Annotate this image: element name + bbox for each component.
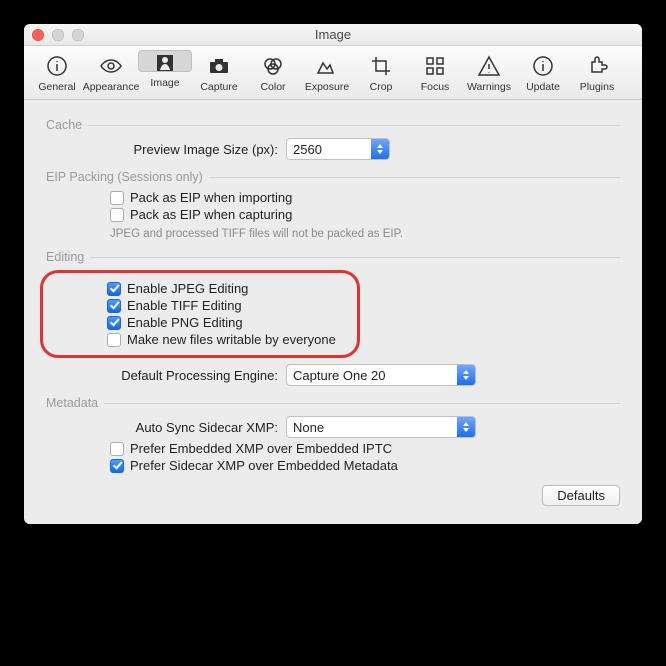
tab-capture[interactable]: Capture [192, 50, 246, 97]
defaults-button[interactable]: Defaults [542, 485, 620, 506]
tab-label: Update [526, 81, 560, 93]
content: Cache Preview Image Size (px): 2560 EIP … [24, 100, 642, 524]
divider [209, 177, 620, 178]
tab-plugins[interactable]: Plugins [570, 50, 624, 97]
select-value: None [293, 420, 324, 435]
tab-label: Crop [370, 81, 393, 93]
update-icon [531, 53, 555, 79]
window-title: Image [24, 27, 642, 42]
tab-label: Image [150, 77, 179, 89]
group-title: EIP Packing (Sessions only) [46, 170, 209, 184]
preferences-toolbar: General Appearance Image Capture Color E… [24, 46, 642, 100]
checkbox-prefer-embedded[interactable]: Prefer Embedded XMP over Embedded IPTC [46, 441, 620, 456]
tab-label: Appearance [83, 81, 140, 93]
tab-general[interactable]: General [30, 50, 84, 97]
checkbox-label: Enable TIFF Editing [127, 298, 242, 313]
button-label: Defaults [557, 488, 605, 503]
plugin-icon [585, 53, 609, 79]
tab-label: Exposure [305, 81, 349, 93]
select-value: 2560 [293, 142, 322, 157]
divider [104, 403, 620, 404]
checkbox-box [107, 333, 121, 347]
group-cache: Cache Preview Image Size (px): 2560 [46, 118, 620, 160]
checkbox-label: Pack as EIP when capturing [130, 207, 292, 222]
tab-exposure[interactable]: Exposure [300, 50, 354, 97]
eip-note: JPEG and processed TIFF files will not b… [46, 228, 620, 240]
chevrons-icon [457, 365, 475, 385]
traffic-lights [32, 29, 84, 41]
checkbox-box [110, 442, 124, 456]
editing-highlight: Enable JPEG Editing Enable TIFF Editing … [40, 270, 360, 358]
preferences-window: Image General Appearance Image Capture C… [24, 24, 642, 524]
checkbox-box [110, 459, 124, 473]
checkbox-eip-capture[interactable]: Pack as EIP when capturing [46, 207, 620, 222]
group-title: Metadata [46, 396, 104, 410]
checkbox-prefer-sidecar[interactable]: Prefer Sidecar XMP over Embedded Metadat… [46, 458, 620, 473]
checkbox-eip-import[interactable]: Pack as EIP when importing [46, 190, 620, 205]
checkbox-png-editing[interactable]: Enable PNG Editing [43, 315, 351, 330]
sync-label: Auto Sync Sidecar XMP: [46, 420, 286, 435]
tab-label: Warnings [467, 81, 511, 93]
group-eip: EIP Packing (Sessions only) Pack as EIP … [46, 170, 620, 240]
preview-size-select[interactable]: 2560 [286, 138, 390, 160]
group-title: Editing [46, 250, 90, 264]
minimize-icon[interactable] [52, 29, 64, 41]
chevrons-icon [457, 417, 475, 437]
preview-size-label: Preview Image Size (px): [46, 142, 286, 157]
checkbox-box [107, 282, 121, 296]
tab-color[interactable]: Color [246, 50, 300, 97]
group-title: Cache [46, 118, 88, 132]
checkbox-label: Pack as EIP when importing [130, 190, 292, 205]
close-icon[interactable] [32, 29, 44, 41]
checkbox-box [107, 316, 121, 330]
checkbox-label: Enable JPEG Editing [127, 281, 248, 296]
tab-label: Focus [421, 81, 450, 93]
tab-label: General [38, 81, 75, 93]
eye-icon [99, 53, 123, 79]
color-icon [261, 53, 285, 79]
divider [90, 257, 620, 258]
divider [88, 125, 620, 126]
group-editing: Editing Enable JPEG Editing Enable TIFF … [46, 250, 620, 386]
tab-focus[interactable]: Focus [408, 50, 462, 97]
general-icon [45, 53, 69, 79]
checkbox-box [107, 299, 121, 313]
checkbox-label: Enable PNG Editing [127, 315, 243, 330]
tab-appearance[interactable]: Appearance [84, 50, 138, 97]
tab-label: Capture [200, 81, 237, 93]
engine-label: Default Processing Engine: [46, 368, 286, 383]
tab-label: Color [260, 81, 285, 93]
tab-update[interactable]: Update [516, 50, 570, 97]
checkbox-label: Prefer Embedded XMP over Embedded IPTC [130, 441, 392, 456]
sync-select[interactable]: None [286, 416, 476, 438]
tab-image[interactable]: Image [138, 50, 192, 72]
tab-label: Plugins [580, 81, 614, 93]
footer: Defaults [46, 483, 620, 506]
select-value: Capture One 20 [293, 368, 386, 383]
checkbox-box [110, 208, 124, 222]
engine-select[interactable]: Capture One 20 [286, 364, 476, 386]
tab-warnings[interactable]: Warnings [462, 50, 516, 97]
checkbox-box [110, 191, 124, 205]
checkbox-writable[interactable]: Make new files writable by everyone [43, 332, 351, 347]
exposure-icon [315, 53, 339, 79]
checkbox-label: Make new files writable by everyone [127, 332, 336, 347]
checkbox-jpeg-editing[interactable]: Enable JPEG Editing [43, 281, 351, 296]
checkbox-tiff-editing[interactable]: Enable TIFF Editing [43, 298, 351, 313]
crop-icon [369, 53, 393, 79]
focus-icon [423, 53, 447, 79]
checkbox-label: Prefer Sidecar XMP over Embedded Metadat… [130, 458, 398, 473]
titlebar: Image [24, 24, 642, 46]
chevrons-icon [371, 139, 389, 159]
warning-icon [477, 53, 501, 79]
zoom-icon[interactable] [72, 29, 84, 41]
camera-icon [207, 53, 231, 79]
group-metadata: Metadata Auto Sync Sidecar XMP: None Pre… [46, 396, 620, 473]
tab-crop[interactable]: Crop [354, 50, 408, 97]
image-icon [153, 51, 177, 75]
